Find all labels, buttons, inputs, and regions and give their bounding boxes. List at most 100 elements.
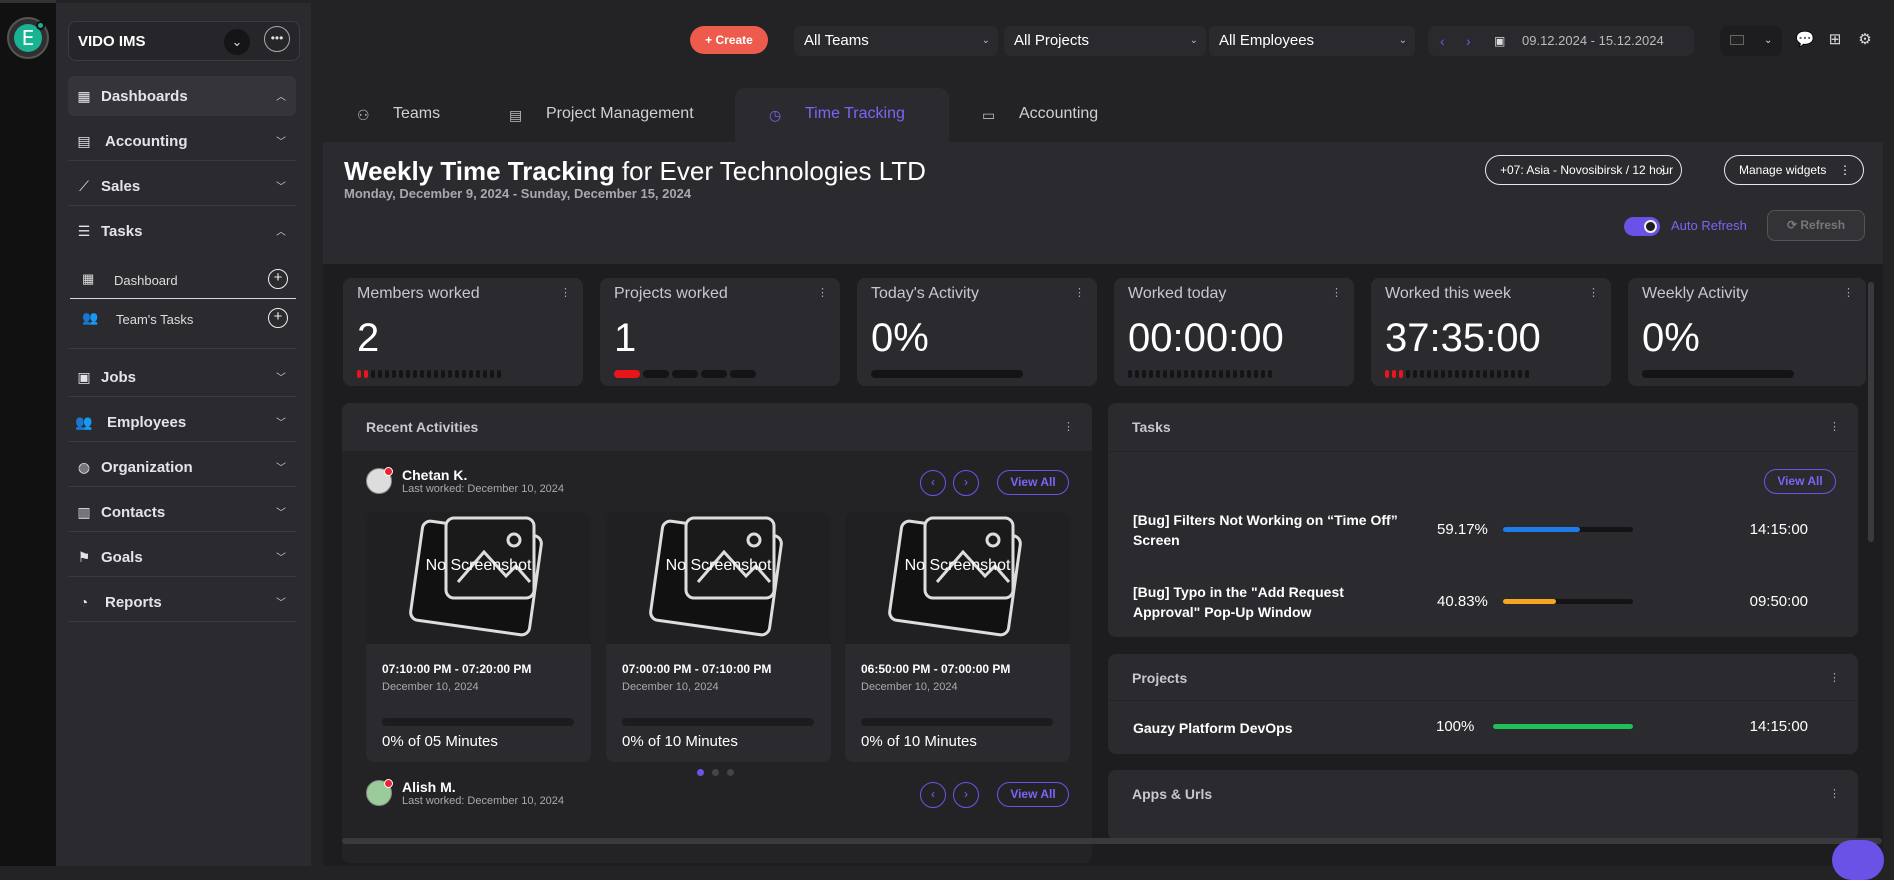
- page-subtitle: Monday, December 9, 2024 - Sunday, Decem…: [344, 186, 692, 201]
- more-vertical-icon[interactable]: ⋮: [817, 286, 828, 299]
- refresh-icon: ⟳: [1786, 218, 1798, 232]
- sidebar-item-employees[interactable]: 👥 Employees ﹀: [68, 402, 296, 442]
- page-title: Weekly Time Tracking for Ever Technologi…: [344, 156, 926, 187]
- teams-select-value: All Teams: [804, 32, 869, 49]
- more-vertical-icon[interactable]: ⋮: [1843, 286, 1854, 299]
- add-icon[interactable]: +: [268, 269, 288, 289]
- stat-weekly-activity: Weekly Activity ⋮ 0%: [1628, 278, 1866, 386]
- gift-icon[interactable]: ⊞: [1825, 30, 1845, 50]
- stat-label: Weekly Activity: [1642, 285, 1749, 302]
- chevron-up-icon: ︿: [276, 227, 286, 238]
- sidebar-item-contacts[interactable]: ▥ Contacts ﹀: [68, 492, 296, 532]
- tab-teams[interactable]: ⚇ Teams: [327, 88, 477, 142]
- sidebar-item-jobs[interactable]: ▣ Jobs ﹀: [68, 357, 296, 397]
- add-icon[interactable]: +: [268, 308, 288, 328]
- pagination-dot[interactable]: [727, 769, 734, 776]
- stat-ticks: [1385, 370, 1529, 378]
- sidebar-item-accounting[interactable]: ▤ Accounting ﹀: [68, 121, 296, 161]
- sidebar-item-organization[interactable]: ◍ Organization ﹀: [68, 447, 296, 487]
- refresh-button[interactable]: ⟳ Refresh: [1767, 210, 1865, 241]
- more-vertical-icon[interactable]: ⋮: [1588, 286, 1599, 299]
- sidebar-item-reports[interactable]: ◔ Reports ﹀: [68, 582, 296, 622]
- projects-select[interactable]: All Projects ⌄: [1004, 26, 1206, 56]
- more-vertical-icon[interactable]: ⋮: [560, 286, 571, 299]
- card-progress: [861, 718, 1053, 726]
- project-row[interactable]: Gauzy Platform DevOps 100% 14:15:00: [1133, 717, 1833, 741]
- view-all-button[interactable]: View All: [997, 782, 1069, 807]
- sidebar-item-sales[interactable]: ⟋ Sales ﹀: [68, 166, 296, 206]
- next-icon[interactable]: ›: [953, 782, 979, 808]
- prev-icon[interactable]: ‹: [920, 470, 946, 496]
- screenshot-placeholder: [606, 512, 831, 644]
- project-name: Gauzy Platform DevOps: [1133, 720, 1293, 736]
- horizontal-scrollbar[interactable]: [342, 838, 1882, 844]
- activity-card[interactable]: No Screenshot 07:00:00 PM - 07:10:00 PM …: [606, 512, 831, 762]
- manage-widgets-button[interactable]: Manage widgets ⋮: [1724, 155, 1864, 185]
- divider: [68, 348, 296, 349]
- view-all-button[interactable]: View All: [997, 470, 1069, 495]
- timezone-label: +07: Asia - Novosibirsk / 12 hour: [1500, 163, 1674, 177]
- user-avatar[interactable]: E: [7, 17, 49, 59]
- pagination-dot[interactable]: [712, 769, 719, 776]
- more-vertical-icon[interactable]: ⋮: [1829, 420, 1840, 433]
- chevron-down-icon: ⌄: [981, 35, 990, 46]
- date-range-picker[interactable]: ‹ › ▣ 09.12.2024 - 15.12.2024: [1428, 26, 1694, 56]
- more-vertical-icon[interactable]: ⋮: [1829, 671, 1840, 684]
- next-icon[interactable]: ›: [953, 470, 979, 496]
- vertical-scrollbar[interactable]: [1868, 282, 1874, 542]
- stat-ticks: [357, 370, 501, 378]
- more-vertical-icon[interactable]: ⋮: [1074, 286, 1085, 299]
- tab-accounting[interactable]: ▭ Accounting: [949, 88, 1149, 142]
- stat-label: Worked this week: [1385, 285, 1511, 302]
- screenshot-placeholder: [845, 512, 1070, 644]
- activity-card[interactable]: No Screenshot 06:50:00 PM - 07:00:00 PM …: [845, 512, 1070, 762]
- teams-select[interactable]: All Teams ⌄: [794, 26, 998, 56]
- prev-week-icon[interactable]: ‹: [1440, 26, 1445, 56]
- last-worked: Last worked: December 10, 2024: [402, 795, 565, 807]
- chat-icon[interactable]: 💬: [1795, 30, 1815, 50]
- sidebar-item-label: Dashboards: [101, 88, 188, 105]
- activity-card[interactable]: No Screenshot 07:10:00 PM - 07:20:00 PM …: [366, 512, 591, 762]
- sidebar-subitem-dashboard[interactable]: ▦ Dashboard +: [70, 261, 296, 299]
- sidebar-item-dashboards[interactable]: ▦ Dashboards ︿: [68, 76, 296, 116]
- employees-select-value: All Employees: [1219, 32, 1315, 49]
- gear-icon[interactable]: ⚙: [1855, 30, 1875, 50]
- chevron-down-icon: ﹀: [276, 463, 286, 474]
- task-row[interactable]: [Bug] Typo in the "Add Request Approval"…: [1133, 582, 1833, 626]
- no-screenshot-label: No Screenshot: [665, 557, 772, 574]
- next-week-icon[interactable]: ›: [1466, 26, 1471, 56]
- sidebar-subitem-teams-tasks[interactable]: 👥 Team's Tasks +: [70, 300, 296, 338]
- employees-select[interactable]: All Employees ⌄: [1209, 26, 1415, 56]
- auto-refresh-toggle[interactable]: [1624, 217, 1660, 236]
- language-select[interactable]: ⌄: [1720, 26, 1782, 56]
- panel-title: Projects: [1132, 670, 1188, 686]
- chat-widget-button[interactable]: [1832, 840, 1884, 880]
- more-vertical-icon[interactable]: ⋮: [1829, 787, 1840, 800]
- screenshot-placeholder: [366, 512, 591, 644]
- tab-project-management[interactable]: ▤ Project Management: [477, 88, 732, 142]
- no-screenshot-label: No Screenshot: [904, 557, 1011, 574]
- grid-icon: ▦: [82, 271, 95, 286]
- task-row[interactable]: [Bug] Filters Not Working on “Time Off” …: [1133, 510, 1833, 554]
- create-button[interactable]: + Create: [690, 26, 768, 54]
- card-percent: 0% of 10 Minutes: [622, 733, 738, 750]
- more-vertical-icon[interactable]: ⋮: [1063, 420, 1074, 433]
- view-all-button[interactable]: View All: [1764, 469, 1836, 494]
- chevron-down-icon: ﹀: [276, 137, 286, 148]
- tab-label: Time Tracking: [805, 105, 905, 122]
- sidebar-item-goals[interactable]: ⚑ Goals ﹀: [68, 537, 296, 577]
- manage-widgets-label: Manage widgets: [1739, 163, 1827, 177]
- chevron-down-icon[interactable]: ⌄: [224, 29, 250, 55]
- flag-icon: ⚑: [77, 549, 91, 565]
- calendar-icon: ▤: [509, 107, 523, 123]
- pagination-dot-active[interactable]: [697, 769, 704, 776]
- timezone-button[interactable]: +07: Asia - Novosibirsk / 12 hour ⋮: [1485, 155, 1682, 185]
- more-vertical-icon[interactable]: ⋮: [1331, 286, 1342, 299]
- sidebar-item-label: Tasks: [101, 223, 143, 240]
- projects-select-value: All Projects: [1014, 32, 1090, 49]
- tab-time-tracking[interactable]: ◷ Time Tracking: [735, 88, 949, 142]
- more-options-icon[interactable]: •••: [264, 26, 290, 52]
- sidebar-item-tasks[interactable]: ☰ Tasks ︿: [68, 211, 296, 251]
- chevron-down-icon: ﹀: [276, 182, 286, 193]
- prev-icon[interactable]: ‹: [920, 782, 946, 808]
